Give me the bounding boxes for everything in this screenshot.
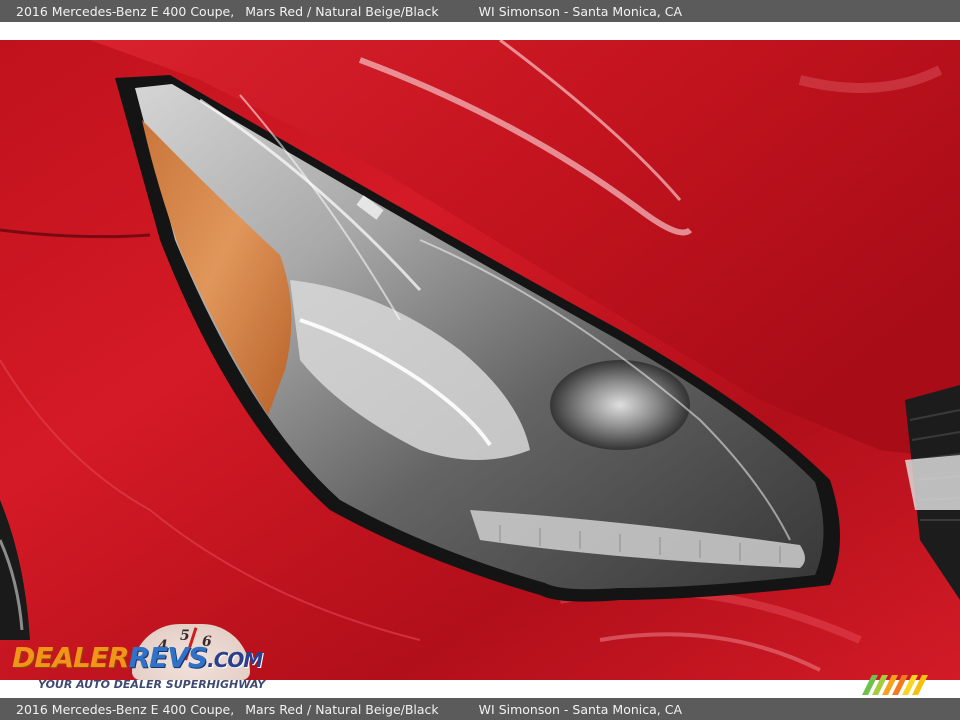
caption-color: Mars Red / Natural Beige/Black (245, 3, 439, 19)
caption-bar-top: 2016 Mercedes-Benz E 400 Coupe, Mars Red… (0, 0, 960, 22)
caption-model: 2016 Mercedes-Benz E 400 Coupe, (16, 701, 235, 717)
caption-dealer: WI Simonson - Santa Monica, CA (478, 701, 683, 717)
caption-dealer: WI Simonson - Santa Monica, CA (478, 3, 683, 19)
headlight-illustration (0, 40, 960, 680)
watermark-tagline: YOUR AUTO DEALER SUPERHIGHWAY (38, 678, 266, 691)
dealerrevs-watermark: 4 5 6 DEALERREVS.COM YOUR AUTO DEALER SU… (12, 624, 266, 694)
multicolor-stripes-icon (856, 673, 934, 695)
vehicle-photo (0, 40, 960, 680)
logo-dealer: DEALER (12, 641, 130, 674)
caption-model: 2016 Mercedes-Benz E 400 Coupe, (16, 3, 235, 19)
caption-color: Mars Red / Natural Beige/Black (245, 701, 439, 717)
logo-revs: REVS (128, 641, 209, 674)
logo-dotcom: .COM (207, 648, 263, 672)
dealerrevs-logo: DEALERREVS.COM (12, 641, 263, 676)
caption-bar-bottom: 2016 Mercedes-Benz E 400 Coupe, Mars Red… (0, 698, 960, 720)
